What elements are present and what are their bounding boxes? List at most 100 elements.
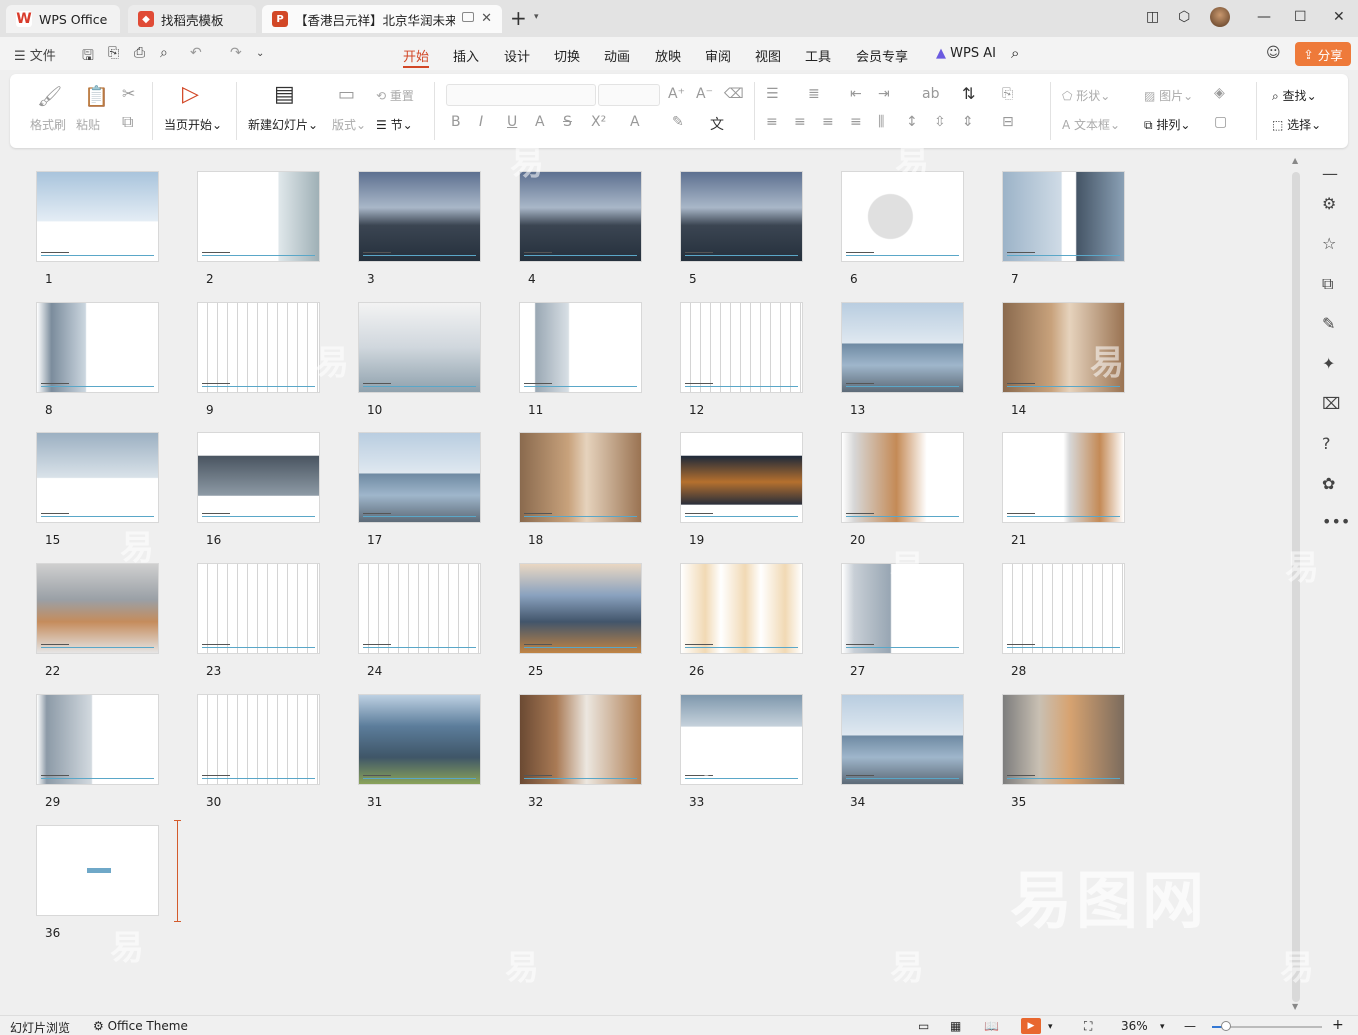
font-color-icon[interactable]: A (630, 114, 640, 130)
slide-thumbnail[interactable] (359, 303, 480, 392)
slide-thumbnail[interactable] (681, 172, 802, 261)
slide-thumbnail[interactable] (198, 695, 319, 784)
highlight-icon[interactable]: ✎ (672, 114, 684, 130)
tab-member[interactable]: 会员专享 (856, 46, 908, 65)
line-spacing-icon[interactable]: ↕ (906, 114, 918, 130)
font-size-select[interactable] (598, 84, 660, 106)
close-tab-icon[interactable]: ✕ (481, 11, 492, 26)
decrease-font-icon[interactable]: A⁻ (696, 86, 713, 102)
slide-thumbnail[interactable] (1003, 172, 1124, 261)
collapse-panel-icon[interactable]: — (1322, 164, 1338, 183)
reset-button[interactable]: ⟲ 重置 (376, 87, 414, 104)
file-menu[interactable]: ☰ 文件 (14, 45, 56, 64)
clear-format-icon[interactable]: ⌫ (724, 86, 744, 102)
bullets-icon[interactable]: ☰ (766, 86, 779, 102)
slide-thumbnail[interactable] (842, 433, 963, 522)
star-icon[interactable]: ☆ (1322, 234, 1336, 253)
decrease-indent-icon[interactable]: ⇤ (850, 86, 862, 102)
slide-thumbnail[interactable] (359, 695, 480, 784)
tab-insert[interactable]: 插入 (453, 46, 479, 65)
tab-docer-templates[interactable]: ◆ 找稻壳模板 (128, 5, 256, 33)
underline-icon[interactable]: U (507, 114, 517, 130)
font-family-select[interactable] (446, 84, 596, 106)
new-slide-button[interactable]: 新建幻灯片⌄ (248, 116, 318, 133)
layout-icon[interactable]: ▭ (338, 84, 355, 105)
slide-thumbnail[interactable] (37, 433, 158, 522)
textbox-button[interactable]: A 文本框⌄ (1062, 116, 1120, 133)
slide-thumbnail[interactable] (1003, 303, 1124, 392)
outline-icon[interactable]: ▢ (1214, 114, 1227, 130)
char-spacing-icon[interactable]: A (535, 114, 545, 130)
format-painter-icon[interactable]: 🖌 (37, 84, 62, 108)
cut-icon[interactable]: ✂ (122, 84, 135, 103)
tab-slideshow[interactable]: 放映 (655, 46, 681, 65)
vertical-scrollbar[interactable] (1292, 172, 1300, 1002)
wps-ai-button[interactable]: ▲ WPS AI (936, 46, 996, 61)
slide-thumbnail[interactable] (37, 695, 158, 784)
tab-transition[interactable]: 切换 (554, 46, 580, 65)
sort-icon[interactable]: ⇅ (962, 84, 975, 103)
theme-button[interactable]: ⚙ Office Theme (93, 1019, 188, 1033)
vertical-align-icon[interactable]: ⊟ (1002, 114, 1014, 130)
help-icon[interactable]: ? (1322, 434, 1331, 453)
print-icon[interactable]: ⎙ (134, 45, 145, 61)
slide-thumbnail[interactable] (37, 826, 158, 915)
slide-thumbnail[interactable] (1003, 564, 1124, 653)
sidebar-toggle-icon[interactable]: ◫ (1146, 9, 1159, 25)
zoom-slider-handle[interactable] (1221, 1021, 1231, 1031)
convert-icon[interactable]: ⎘ (1002, 86, 1013, 102)
superscript-icon[interactable]: X² (591, 114, 606, 130)
tab-tools[interactable]: 工具 (805, 46, 831, 65)
new-slide-icon[interactable]: ▤ (274, 82, 295, 107)
slide-thumbnail[interactable] (520, 303, 641, 392)
tab-wps-home[interactable]: W WPS Office (6, 5, 120, 33)
slide-thumbnail[interactable] (359, 172, 480, 261)
chevron-down-icon[interactable]: ▾ (534, 12, 539, 22)
play-from-current-icon[interactable]: ▷ (182, 82, 199, 107)
tab-view[interactable]: 视图 (755, 46, 781, 65)
select-button[interactable]: ⬚ 选择⌄ (1272, 116, 1321, 133)
tab-design[interactable]: 设计 (504, 46, 530, 65)
align-left-icon[interactable]: ≡ (766, 114, 778, 130)
zoom-out-icon[interactable]: — (1184, 1019, 1196, 1033)
print-preview-icon[interactable]: ⌕ (160, 45, 168, 61)
paste-button[interactable]: 粘贴 (76, 116, 100, 133)
avatar[interactable] (1210, 7, 1230, 27)
slide-thumbnail[interactable] (37, 564, 158, 653)
from-current-slide-button[interactable]: 当页开始⌄ (164, 116, 222, 133)
copy-icon[interactable]: ⧉ (122, 112, 133, 132)
slide-thumbnail[interactable] (681, 695, 802, 784)
transform-icon[interactable]: ⧉ (1322, 274, 1333, 294)
slide-thumbnail[interactable] (842, 303, 963, 392)
undo-icon[interactable]: ↶ (190, 45, 202, 61)
tab-home[interactable]: 开始 (403, 46, 429, 65)
search-icon[interactable]: ⌕ (1011, 44, 1019, 62)
distribute-icon[interactable]: ⫼ (878, 114, 884, 130)
reading-view-icon[interactable]: 📖 (984, 1019, 999, 1033)
slide-thumbnail[interactable] (198, 172, 319, 261)
zoom-in-icon[interactable]: + (1332, 1017, 1344, 1033)
save-icon[interactable]: 🖫 (82, 45, 94, 69)
brush-icon[interactable]: ✎ (1322, 314, 1335, 333)
redo-icon[interactable]: ↷ (230, 45, 242, 61)
para-spacing-icon[interactable]: ⇳ (934, 114, 946, 130)
slide-thumbnail[interactable] (1003, 433, 1124, 522)
zoom-options-chevron-icon[interactable]: ▾ (1160, 1022, 1165, 1032)
magic-tools-icon[interactable]: ✦ (1322, 354, 1335, 373)
increase-font-icon[interactable]: A⁺ (668, 86, 685, 102)
tab-review[interactable]: 审阅 (705, 46, 731, 65)
layout-button[interactable]: 版式⌄ (332, 116, 366, 133)
slide-thumbnail[interactable] (842, 564, 963, 653)
tab-current-presentation[interactable]: P 【香港吕元祥】北京华润未来 ✕ (262, 5, 502, 33)
slide-thumbnail[interactable] (681, 303, 802, 392)
slide-thumbnail[interactable] (1003, 695, 1124, 784)
increase-indent-icon[interactable]: ⇥ (878, 86, 890, 102)
gift-icon[interactable]: ✿ (1322, 474, 1335, 493)
phonetic-icon[interactable]: 文 (710, 114, 724, 134)
scroll-up-icon[interactable]: ▲ (1292, 156, 1298, 165)
slide-thumbnail[interactable] (842, 695, 963, 784)
zoom-level[interactable]: 36% (1121, 1019, 1148, 1033)
slide-thumbnail[interactable] (198, 564, 319, 653)
slide-thumbnail[interactable] (359, 433, 480, 522)
slide-thumbnail[interactable] (520, 564, 641, 653)
